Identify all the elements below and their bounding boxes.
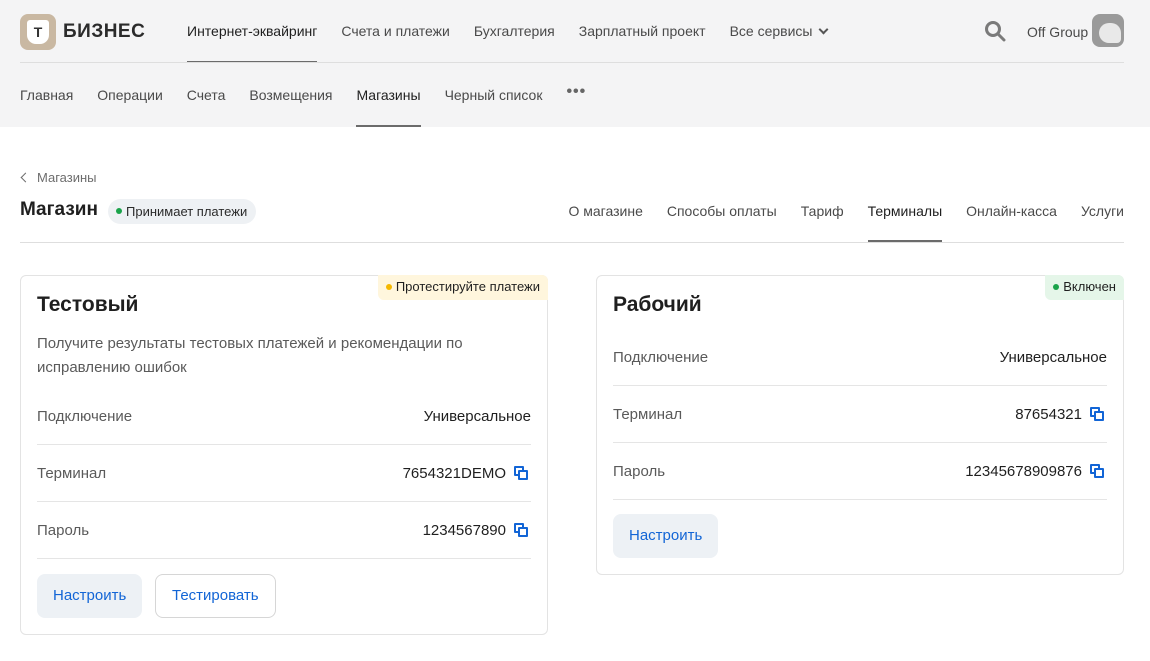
row-value-wrap: 12345678909876: [965, 463, 1107, 480]
test-password: 1234567890: [422, 521, 506, 539]
test-configure-button[interactable]: Настроить: [37, 574, 143, 618]
prod-card-title: Рабочий: [613, 293, 702, 316]
prod-row-terminal: Терминал 87654321: [613, 386, 1107, 443]
row-label: Пароль: [37, 521, 90, 539]
test-badge: Протестируйте платежи: [377, 275, 548, 300]
sub-nav-item-operations[interactable]: Операции: [97, 63, 163, 127]
test-terminal-card: Протестируйте платежи Тестовый Получите …: [20, 275, 548, 635]
sub-nav-item-refunds[interactable]: Возмещения: [249, 63, 332, 127]
sub-nav-item-shops[interactable]: Магазины: [356, 63, 421, 127]
logo-mark-icon: T: [20, 14, 56, 50]
chevron-down-icon: [819, 24, 829, 35]
main-nav-item-accounting[interactable]: Бухгалтерия: [474, 0, 555, 63]
all-services-label: Все сервисы: [729, 23, 813, 39]
copy-icon[interactable]: [1090, 407, 1104, 421]
tab-about[interactable]: О магазине: [568, 185, 642, 242]
row-value-wrap: 1234567890: [423, 522, 531, 539]
prod-terminal-id: 87654321: [1015, 405, 1082, 423]
row-label: Пароль: [613, 462, 666, 480]
sub-nav-item-blacklist[interactable]: Черный список: [445, 63, 543, 127]
more-icon[interactable]: •••: [566, 63, 586, 127]
sub-nav-item-accounts[interactable]: Счета: [187, 63, 226, 127]
test-row-connection: Подключение Универсальное: [37, 388, 531, 445]
chevron-left-icon: [20, 172, 31, 183]
prod-badge: Включен: [1045, 275, 1124, 300]
tabs-divider: [20, 242, 1124, 243]
row-label: Подключение: [613, 348, 709, 366]
org-name[interactable]: Off Group: [1027, 24, 1088, 40]
row-label: Терминал: [37, 464, 107, 482]
main-nav-item-payroll[interactable]: Зарплатный проект: [579, 0, 706, 63]
tab-tariff[interactable]: Тариф: [801, 185, 844, 242]
test-card-description: Получите результаты тестовых платежей и …: [37, 335, 463, 376]
tab-payment-methods[interactable]: Способы оплаты: [667, 185, 777, 242]
test-terminal-id: 7654321DEMO: [402, 464, 506, 482]
main-nav-item-all-services[interactable]: Все сервисы: [729, 0, 829, 63]
test-row-terminal: Терминал 7654321DEMO: [37, 445, 531, 502]
main-nav: Интернет-эквайринг Счета и платежи Бухга…: [187, 0, 851, 63]
brand-name: БИЗНЕС: [63, 21, 146, 42]
breadcrumb-back-label: Магазины: [37, 170, 97, 185]
prod-terminal-card: Включен Рабочий Подключение Универсально…: [596, 275, 1124, 575]
sub-nav: Главная Операции Счета Возмещения Магази…: [20, 63, 586, 127]
sub-nav-item-home[interactable]: Главная: [20, 63, 73, 127]
prod-password: 12345678909876: [965, 462, 1082, 480]
prod-configure-button[interactable]: Настроить: [613, 514, 719, 558]
row-label: Терминал: [613, 405, 683, 423]
main-nav-item-accounts[interactable]: Счета и платежи: [341, 0, 450, 63]
search-icon[interactable]: [984, 20, 1006, 42]
status-badge: Принимает платежи: [108, 199, 257, 224]
page-title: Магазин: [20, 199, 98, 220]
prod-row-password: Пароль 12345678909876: [613, 443, 1107, 500]
brand-logo[interactable]: T БИЗНЕС: [20, 14, 145, 50]
breadcrumb[interactable]: Магазины: [20, 170, 97, 185]
logo-letter: T: [27, 20, 49, 44]
copy-icon[interactable]: [1090, 464, 1104, 478]
row-value: Универсальное: [423, 407, 531, 425]
test-card-title: Тестовый: [37, 293, 139, 316]
avatar[interactable]: [1092, 14, 1124, 47]
shop-tabs: О магазине Способы оплаты Тариф Терминал…: [544, 185, 1124, 242]
prod-row-connection: Подключение Универсальное: [613, 329, 1107, 386]
main-nav-item-acquiring[interactable]: Интернет-эквайринг: [187, 0, 318, 63]
tab-terminals[interactable]: Терминалы: [867, 185, 942, 242]
top-bar: T БИЗНЕС Интернет-эквайринг Счета и плат…: [0, 0, 1150, 127]
row-label: Подключение: [37, 407, 133, 425]
copy-icon[interactable]: [514, 523, 528, 537]
row-value-wrap: 7654321DEMO: [403, 465, 531, 482]
row-value-wrap: 87654321: [1015, 406, 1107, 423]
test-row-password: Пароль 1234567890: [37, 502, 531, 559]
test-run-button[interactable]: Тестировать: [155, 574, 276, 618]
copy-icon[interactable]: [514, 466, 528, 480]
tab-services[interactable]: Услуги: [1081, 185, 1124, 242]
row-value: Универсальное: [999, 348, 1107, 366]
tab-online-cashbox[interactable]: Онлайн-касса: [966, 185, 1057, 242]
avatar-image: [1099, 23, 1121, 43]
